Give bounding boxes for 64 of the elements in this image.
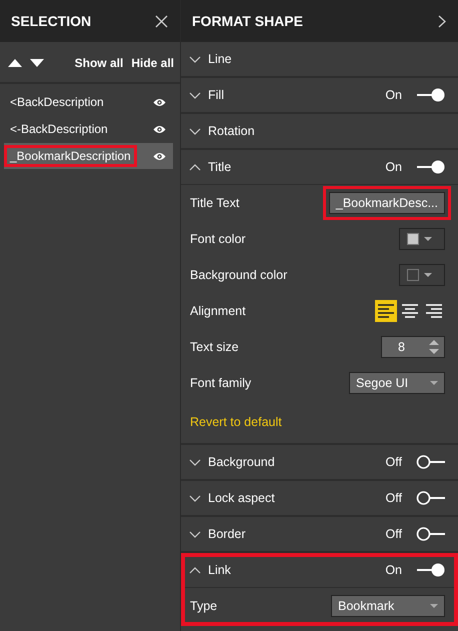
toggle-switch[interactable] [416,491,446,505]
toggle-switch[interactable] [416,527,446,541]
eye-icon[interactable] [153,124,166,134]
caret-icon [430,381,438,385]
panel-title: FORMAT SHAPE [192,13,303,29]
show-all-button[interactable]: Show all [74,56,124,70]
section-title[interactable]: Border [208,527,379,541]
dropdown[interactable]: Bookmark [331,595,445,617]
layer-row[interactable]: <-BackDescription [4,116,173,142]
property-label: Font family [190,376,252,390]
toggle-switch[interactable] [416,563,446,577]
property-label: Title Text [190,196,240,210]
toggle-switch[interactable] [416,88,446,102]
spinner-icon[interactable] [428,339,440,355]
chevron-up-icon[interactable] [189,164,201,170]
layer-name: _BookmarkDescription [4,145,137,167]
close-icon[interactable] [155,14,168,28]
property-label: Font color [190,232,246,246]
number-field[interactable]: 8 [381,336,445,358]
toggle-state-label: Off [386,527,402,541]
dropdown[interactable]: Segoe UI [349,372,445,394]
property-label: Alignment [190,304,246,318]
section-title[interactable]: Fill [208,88,378,102]
panel-title: SELECTION [11,13,92,29]
section-title[interactable]: Lock aspect [208,491,379,505]
section-title[interactable]: Link [208,563,378,577]
toggle-switch[interactable] [416,160,446,174]
chevron-down-icon[interactable] [189,494,201,502]
toggle-state-label: Off [386,491,402,505]
color-picker[interactable] [399,228,445,250]
hide-all-button[interactable]: Hide all [131,56,174,70]
eye-icon[interactable] [153,152,166,160]
toggle-state-label: On [385,88,402,102]
property-label: Type [190,599,218,613]
toggle-switch[interactable] [416,455,446,469]
caret-icon [430,604,438,608]
layer-row[interactable]: _BookmarkDescription [4,143,173,169]
layer-name: <-BackDescription [9,121,109,138]
move-down-icon[interactable] [30,59,44,67]
property-label: Text size [190,340,239,354]
toggle-state-label: On [385,160,402,174]
property-label: Background color [190,268,288,282]
revert-link[interactable]: Revert to default [190,415,282,429]
chevron-down-icon[interactable] [189,128,201,134]
eye-icon[interactable] [153,98,166,106]
chevron-up-icon[interactable] [189,566,201,574]
chevron-down-icon[interactable] [189,530,201,538]
section-title[interactable]: Rotation [208,124,446,138]
caret-icon [424,237,432,241]
section-title[interactable]: Title [208,160,378,174]
caret-icon [424,273,432,277]
toggle-state-label: Off [386,455,402,469]
chevron-right-icon[interactable] [438,14,446,28]
section-title[interactable]: Line [208,52,446,66]
toggle-state-label: On [385,563,402,577]
layer-row[interactable]: <BackDescription [4,89,173,115]
chevron-down-icon[interactable] [189,56,201,62]
chevron-down-icon[interactable] [189,92,201,98]
align-left-button[interactable] [375,300,397,322]
chevron-down-icon[interactable] [189,458,201,466]
color-picker[interactable] [399,264,445,286]
layer-name: <BackDescription [9,94,105,111]
move-up-icon[interactable] [8,59,22,67]
section-title[interactable]: Background [208,455,379,469]
